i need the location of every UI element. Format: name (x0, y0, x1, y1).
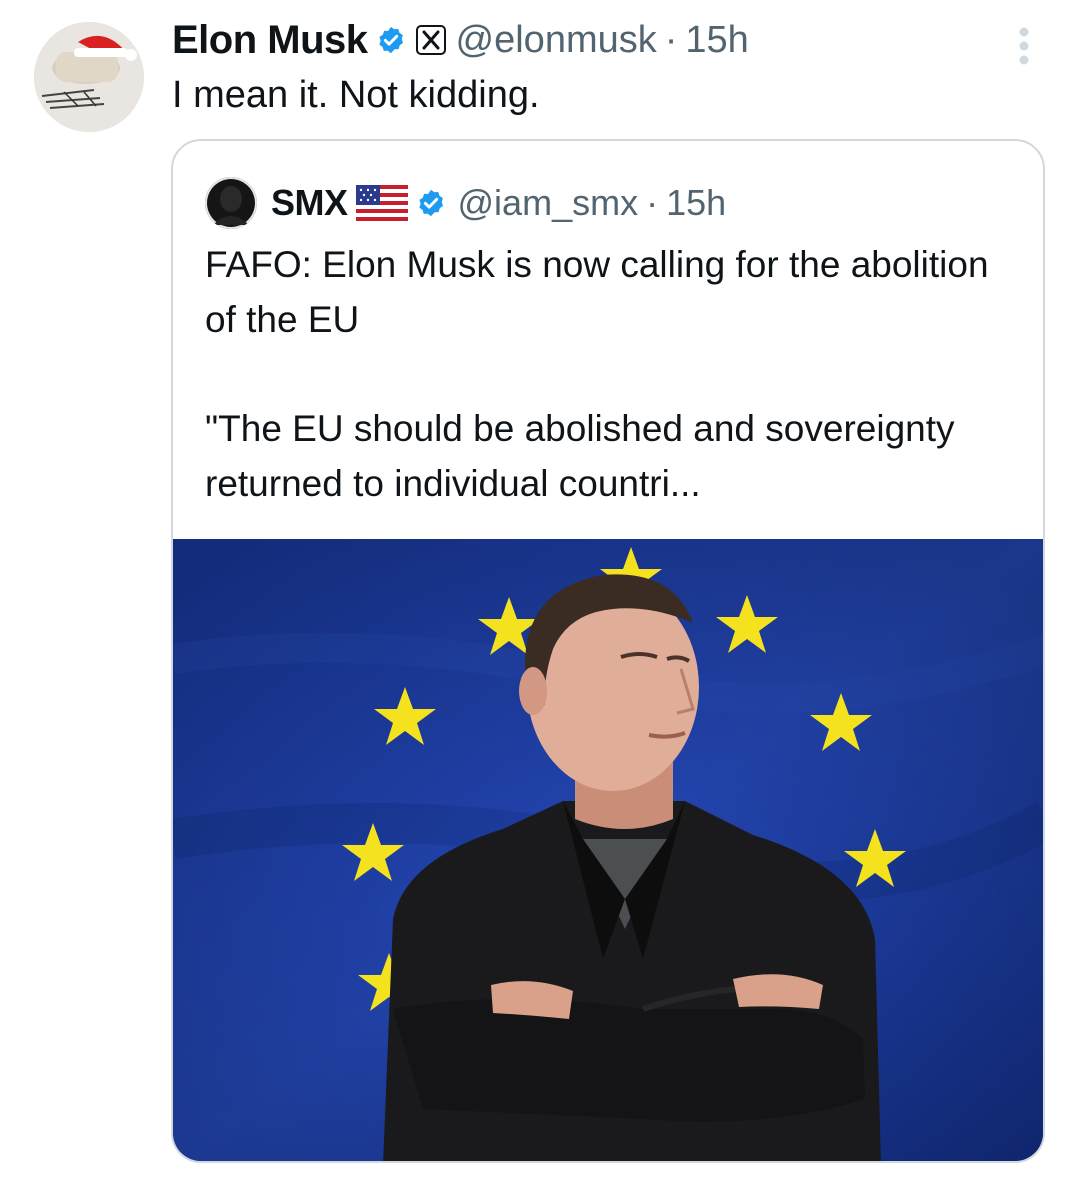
quoted-tweet-text: FAFO: Elon Musk is now calling for the a… (205, 237, 1025, 511)
verified-badge-icon (416, 188, 446, 218)
quoted-author-avatar[interactable] (205, 177, 257, 229)
quoted-author-handle[interactable]: @iam_smx (458, 182, 639, 224)
author-name[interactable]: Elon Musk (172, 18, 368, 63)
author-avatar[interactable] (34, 22, 144, 132)
quoted-text-paragraph-2: "The EU should be abolished and sovereig… (205, 408, 955, 504)
separator: · (646, 182, 659, 223)
quoted-author-name[interactable]: SMX (271, 182, 348, 224)
verified-badge-icon (376, 25, 406, 55)
santa-hat-avatar-icon (34, 22, 144, 132)
separator: · (664, 18, 678, 61)
eu-flag-portrait-image (173, 539, 1043, 1161)
more-vertical-icon (1019, 27, 1029, 65)
more-options-button[interactable] (1008, 24, 1040, 68)
quoted-tweet-header: SMX @iam_smx · 15h (205, 177, 726, 229)
tweet-text: I mean it. Not kidding. (172, 74, 540, 116)
x-logo-icon (415, 25, 446, 55)
tweet-header: Elon Musk @elonmusk · 15h (172, 14, 749, 66)
quoted-timestamp[interactable]: 15h (666, 182, 726, 224)
quoted-tweet[interactable]: SMX @iam_smx · 15h FAFO: Elon Musk is no… (171, 139, 1045, 1163)
timestamp[interactable]: 15h (685, 19, 748, 62)
quoted-text-paragraph-1: FAFO: Elon Musk is now calling for the a… (205, 244, 989, 340)
silhouette-avatar-icon (205, 177, 257, 229)
us-flag-icon (355, 185, 408, 221)
tweet[interactable]: Elon Musk @elonmusk · 15h I mean it. Not… (0, 0, 1080, 1182)
quoted-tweet-media[interactable] (173, 539, 1043, 1161)
author-handle[interactable]: @elonmusk (456, 19, 657, 62)
